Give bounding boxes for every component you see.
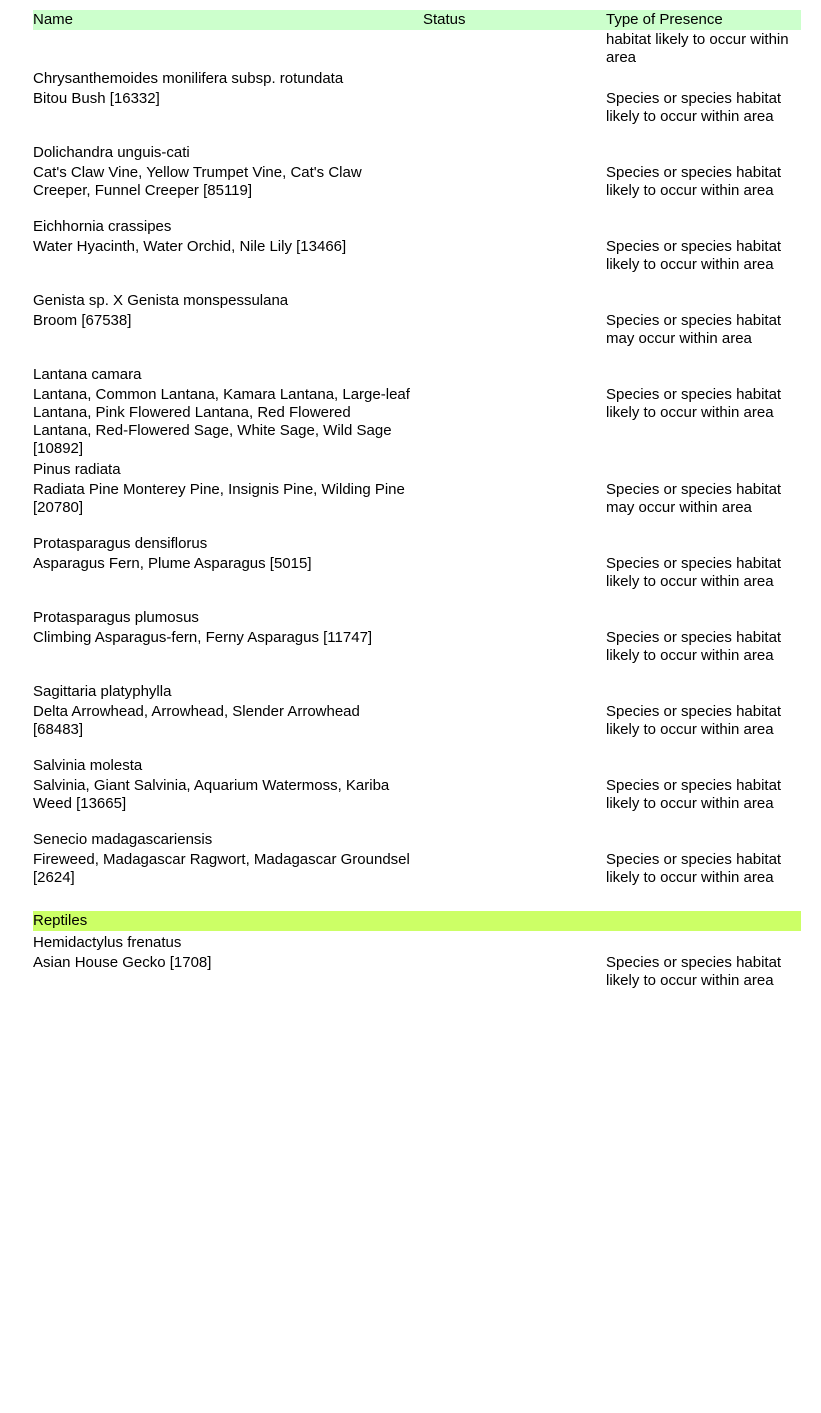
status xyxy=(423,386,606,458)
common-name: Salvinia, Giant Salvinia, Aquarium Water… xyxy=(33,777,390,812)
common-name: Cat's Claw Vine, Yellow Trumpet Vine, Ca… xyxy=(33,164,362,199)
common-name: Asian House Gecko [1708] xyxy=(33,954,212,971)
presence: Species or species habitat likely to occ… xyxy=(606,164,782,199)
scientific-name: Protasparagus plumosus xyxy=(33,609,199,626)
scientific-name: Lantana camara xyxy=(33,366,142,383)
common-name: Bitou Bush [16332] xyxy=(33,90,160,107)
scientific-name: Eichhornia crassipes xyxy=(33,218,172,235)
common-name: Lantana, Common Lantana, Kamara Lantana,… xyxy=(33,386,410,457)
common-name: Fireweed, Madagascar Ragwort, Madagascar… xyxy=(33,851,410,886)
scientific-name: Protasparagus densiflorus xyxy=(33,535,208,552)
table-row: Protasparagus plumosus Climbing Asparagus… xyxy=(33,609,801,680)
status xyxy=(423,777,606,828)
scientific-name: Senecio madagascariensis xyxy=(33,831,213,848)
table-row: Chrysanthemoides monilifera subsp. rotun… xyxy=(33,70,801,141)
common-name: Climbing Asparagus-fern, Ferny Asparagus… xyxy=(33,629,373,646)
header-name: Name xyxy=(33,11,74,28)
scientific-name: Dolichandra unguis-cati xyxy=(33,144,190,161)
status xyxy=(423,312,606,363)
presence: Species or species habitat may occur wit… xyxy=(606,312,782,347)
presence: Species or species habitat likely to occ… xyxy=(606,851,782,886)
table-row: Genista sp. X Genista monspessulana Broom… xyxy=(33,292,801,363)
scientific-name: Sagittaria platyphylla xyxy=(33,683,172,700)
table-row: Lantana camara Lantana, Common Lantana, K… xyxy=(33,366,801,458)
presence: Species or species habitat likely to occ… xyxy=(606,90,782,125)
presence: Species or species habitat likely to occ… xyxy=(606,954,782,989)
table-row: Pinus radiata Radiata Pine Monterey Pine,… xyxy=(33,461,801,532)
table-row: Salvinia molesta Salvinia, Giant Salvinia… xyxy=(33,757,801,828)
scientific-name: Hemidactylus frenatus xyxy=(33,934,182,951)
header-status: Status xyxy=(423,11,466,28)
scientific-name: Chrysanthemoides monilifera subsp. rotun… xyxy=(33,70,344,87)
presence: Species or species habitat may occur wit… xyxy=(606,481,782,516)
scientific-name: Pinus radiata xyxy=(33,461,121,478)
reptile-list: Hemidactylus frenatus Asian House Gecko [… xyxy=(33,934,801,990)
presence-text: habitat likely to occur within area xyxy=(606,31,789,66)
status xyxy=(423,90,606,141)
status xyxy=(423,954,606,990)
status xyxy=(423,481,606,532)
status xyxy=(423,703,606,754)
presence: Species or species habitat likely to occ… xyxy=(606,386,782,421)
continued-row: habitat likely to occur within area xyxy=(33,31,801,67)
status xyxy=(423,164,606,215)
common-name: Radiata Pine Monterey Pine, Insignis Pin… xyxy=(33,481,405,516)
table-row: Protasparagus densiflorus Asparagus Fern,… xyxy=(33,535,801,606)
status xyxy=(423,629,606,680)
header-presence: Type of Presence xyxy=(606,11,723,28)
common-name: Asparagus Fern, Plume Asparagus [5015] xyxy=(33,555,312,572)
common-name: Delta Arrowhead, Arrowhead, Slender Arro… xyxy=(33,703,360,738)
status xyxy=(423,555,606,606)
presence: Species or species habitat likely to occ… xyxy=(606,703,782,738)
presence: Species or species habitat likely to occ… xyxy=(606,238,782,273)
table-row: Sagittaria platyphylla Delta Arrowhead, A… xyxy=(33,683,801,754)
scientific-name: Genista sp. X Genista monspessulana xyxy=(33,292,289,309)
species-table: Name Status Type of Presence habitat lik… xyxy=(33,10,801,990)
status xyxy=(423,238,606,289)
presence: Species or species habitat likely to occ… xyxy=(606,629,782,664)
table-header: Name Status Type of Presence xyxy=(33,10,801,30)
species-list: Chrysanthemoides monilifera subsp. rotun… xyxy=(33,70,801,902)
table-row: Dolichandra unguis-cati Cat's Claw Vine, … xyxy=(33,144,801,215)
common-name: Broom [67538] xyxy=(33,312,132,329)
group-header-reptiles: Reptiles xyxy=(33,911,801,931)
table-row: Hemidactylus frenatus Asian House Gecko [… xyxy=(33,934,801,990)
table-row: Senecio madagascariensis Fireweed, Madaga… xyxy=(33,831,801,902)
table-row: Eichhornia crassipes Water Hyacinth, Wate… xyxy=(33,218,801,289)
scientific-name: Salvinia molesta xyxy=(33,757,143,774)
presence: Species or species habitat likely to occ… xyxy=(606,555,782,590)
common-name: Water Hyacinth, Water Orchid, Nile Lily … xyxy=(33,238,347,255)
presence: Species or species habitat likely to occ… xyxy=(606,777,782,812)
status xyxy=(423,851,606,902)
